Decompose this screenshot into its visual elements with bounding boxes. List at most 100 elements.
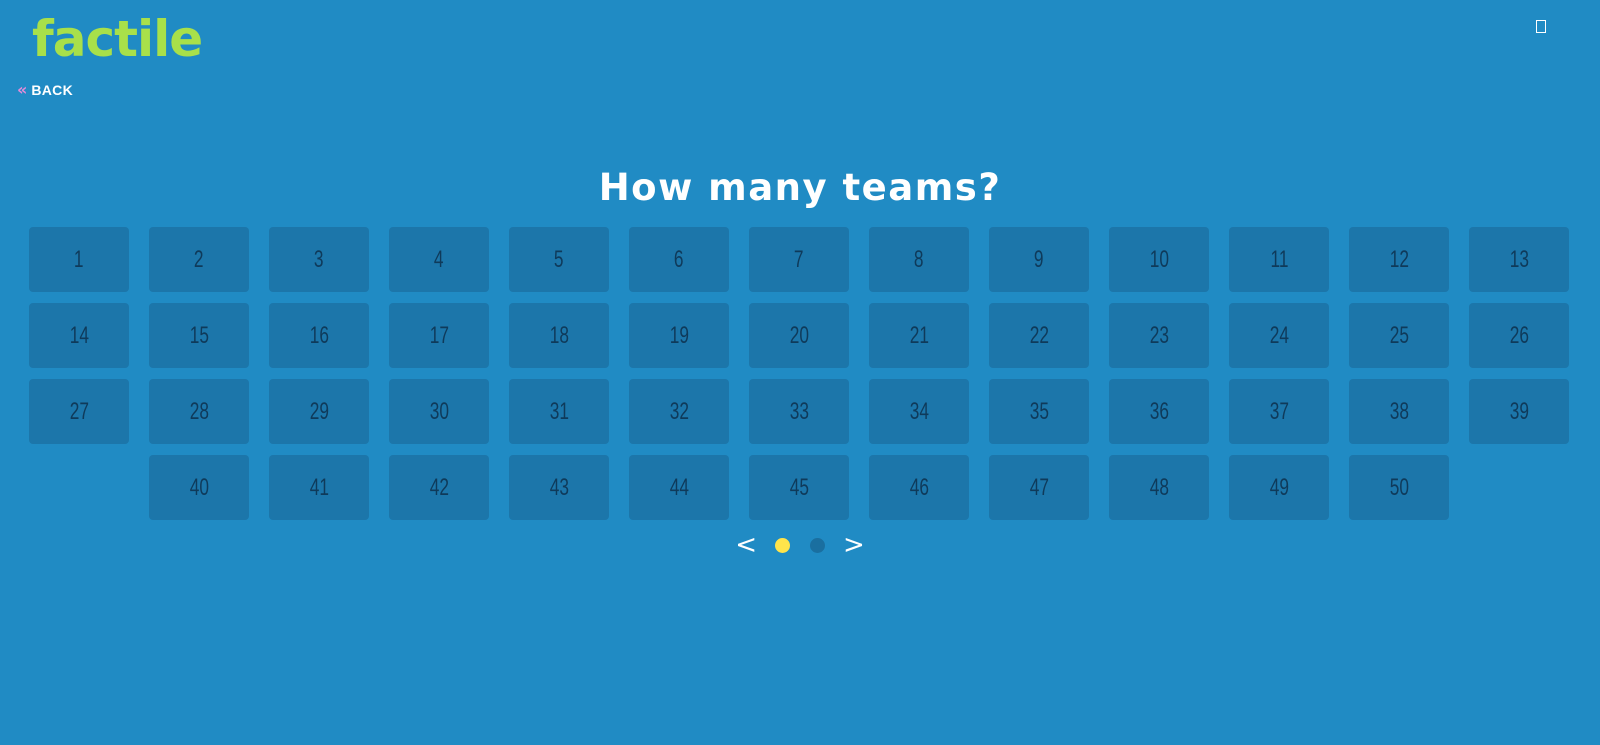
team-count-label: 31 bbox=[549, 397, 569, 425]
team-count-label: 37 bbox=[1269, 397, 1289, 425]
team-count-button[interactable]: 8 bbox=[869, 227, 969, 292]
team-count-button[interactable]: 25 bbox=[1349, 303, 1449, 368]
team-count-grid: 1 2 3 4 5 6 7 8 9 10 11 12 13 14 15 16 17 18 19 20 21 22 23 24 2… bbox=[29, 227, 1571, 520]
team-count-button[interactable]: 30 bbox=[389, 379, 489, 444]
team-count-button[interactable]: 4 bbox=[389, 227, 489, 292]
team-count-button[interactable]: 31 bbox=[509, 379, 609, 444]
team-count-label: 12 bbox=[1389, 245, 1409, 273]
team-count-label: 18 bbox=[549, 321, 569, 349]
team-count-button[interactable]: 26 bbox=[1469, 303, 1569, 368]
double-chevron-left-icon: « bbox=[17, 80, 28, 99]
team-count-button[interactable]: 42 bbox=[389, 455, 489, 520]
team-count-button[interactable]: 15 bbox=[149, 303, 249, 368]
team-count-label: 5 bbox=[554, 245, 564, 273]
team-count-button[interactable]: 46 bbox=[869, 455, 969, 520]
prev-page-button[interactable]: < bbox=[735, 532, 757, 558]
team-count-button[interactable]: 23 bbox=[1109, 303, 1209, 368]
team-count-label: 8 bbox=[914, 245, 924, 273]
team-count-label: 19 bbox=[669, 321, 689, 349]
team-count-label: 1 bbox=[74, 245, 84, 273]
team-count-label: 16 bbox=[309, 321, 329, 349]
team-count-button[interactable]: 49 bbox=[1229, 455, 1329, 520]
team-count-button[interactable]: 7 bbox=[749, 227, 849, 292]
team-count-button[interactable]: 41 bbox=[269, 455, 369, 520]
team-count-button[interactable]: 3 bbox=[269, 227, 369, 292]
team-count-label: 49 bbox=[1269, 473, 1289, 501]
team-count-button[interactable]: 6 bbox=[629, 227, 729, 292]
team-count-label: 28 bbox=[189, 397, 209, 425]
team-count-button[interactable]: 32 bbox=[629, 379, 729, 444]
next-page-button[interactable]: > bbox=[843, 532, 865, 558]
pagination: < > bbox=[0, 532, 1600, 558]
back-link[interactable]: « BACK bbox=[17, 80, 73, 99]
team-count-button[interactable]: 19 bbox=[629, 303, 729, 368]
team-count-button[interactable]: 27 bbox=[29, 379, 129, 444]
team-count-button[interactable]: 36 bbox=[1109, 379, 1209, 444]
team-count-button[interactable]: 20 bbox=[749, 303, 849, 368]
page-title: How many teams? bbox=[598, 166, 1002, 209]
team-count-label: 20 bbox=[789, 321, 809, 349]
team-count-button[interactable]: 5 bbox=[509, 227, 609, 292]
team-count-label: 39 bbox=[1509, 397, 1529, 425]
team-count-button[interactable]: 17 bbox=[389, 303, 489, 368]
factile-logo[interactable]: factile bbox=[32, 6, 203, 72]
back-label: BACK bbox=[31, 82, 73, 98]
team-count-label: 2 bbox=[194, 245, 204, 273]
team-count-button[interactable]: 21 bbox=[869, 303, 969, 368]
team-count-label: 10 bbox=[1149, 245, 1169, 273]
team-count-button[interactable]: 37 bbox=[1229, 379, 1329, 444]
team-count-label: 33 bbox=[789, 397, 809, 425]
team-count-label: 35 bbox=[1029, 397, 1049, 425]
team-count-button[interactable]: 18 bbox=[509, 303, 609, 368]
team-count-button[interactable]: 35 bbox=[989, 379, 1089, 444]
team-count-button[interactable]: 12 bbox=[1349, 227, 1449, 292]
team-count-label: 44 bbox=[669, 473, 689, 501]
team-count-button[interactable]: 45 bbox=[749, 455, 849, 520]
team-count-button[interactable]: 44 bbox=[629, 455, 729, 520]
team-count-button[interactable]: 2 bbox=[149, 227, 249, 292]
team-count-button[interactable]: 48 bbox=[1109, 455, 1209, 520]
team-count-button[interactable]: 38 bbox=[1349, 379, 1449, 444]
team-count-label: 3 bbox=[314, 245, 324, 273]
team-count-button[interactable]: 43 bbox=[509, 455, 609, 520]
page-dot-2[interactable] bbox=[810, 537, 825, 553]
team-count-label: 7 bbox=[794, 245, 804, 273]
team-count-button[interactable]: 50 bbox=[1349, 455, 1449, 520]
team-count-label: 38 bbox=[1389, 397, 1409, 425]
team-count-label: 43 bbox=[549, 473, 569, 501]
team-count-label: 9 bbox=[1034, 245, 1044, 273]
team-count-button[interactable]: 47 bbox=[989, 455, 1089, 520]
team-count-label: 41 bbox=[309, 473, 329, 501]
team-count-label: 24 bbox=[1269, 321, 1289, 349]
team-count-label: 36 bbox=[1149, 397, 1169, 425]
team-count-button[interactable]: 14 bbox=[29, 303, 129, 368]
square-outline-icon[interactable] bbox=[1536, 20, 1546, 33]
team-count-label: 27 bbox=[69, 397, 89, 425]
team-count-label: 25 bbox=[1389, 321, 1409, 349]
page-dot-1[interactable] bbox=[775, 537, 790, 553]
team-count-button[interactable]: 28 bbox=[149, 379, 249, 444]
team-count-button[interactable]: 40 bbox=[149, 455, 249, 520]
team-count-label: 50 bbox=[1389, 473, 1409, 501]
team-count-button[interactable]: 11 bbox=[1229, 227, 1329, 292]
team-count-button[interactable]: 39 bbox=[1469, 379, 1569, 444]
team-count-button[interactable]: 34 bbox=[869, 379, 969, 444]
team-count-button[interactable]: 29 bbox=[269, 379, 369, 444]
team-count-label: 45 bbox=[789, 473, 809, 501]
team-count-label: 42 bbox=[429, 473, 449, 501]
team-count-label: 11 bbox=[1270, 245, 1288, 273]
team-count-button[interactable]: 24 bbox=[1229, 303, 1329, 368]
team-count-label: 48 bbox=[1149, 473, 1169, 501]
team-count-label: 32 bbox=[669, 397, 689, 425]
team-count-button[interactable]: 22 bbox=[989, 303, 1089, 368]
team-count-button[interactable]: 1 bbox=[29, 227, 129, 292]
team-count-label: 34 bbox=[909, 397, 929, 425]
team-count-button[interactable]: 13 bbox=[1469, 227, 1569, 292]
team-count-button[interactable]: 9 bbox=[989, 227, 1089, 292]
team-count-label: 22 bbox=[1029, 321, 1049, 349]
team-count-label: 40 bbox=[189, 473, 209, 501]
team-count-label: 29 bbox=[309, 397, 329, 425]
team-count-button[interactable]: 16 bbox=[269, 303, 369, 368]
team-count-button[interactable]: 10 bbox=[1109, 227, 1209, 292]
team-count-button[interactable]: 33 bbox=[749, 379, 849, 444]
